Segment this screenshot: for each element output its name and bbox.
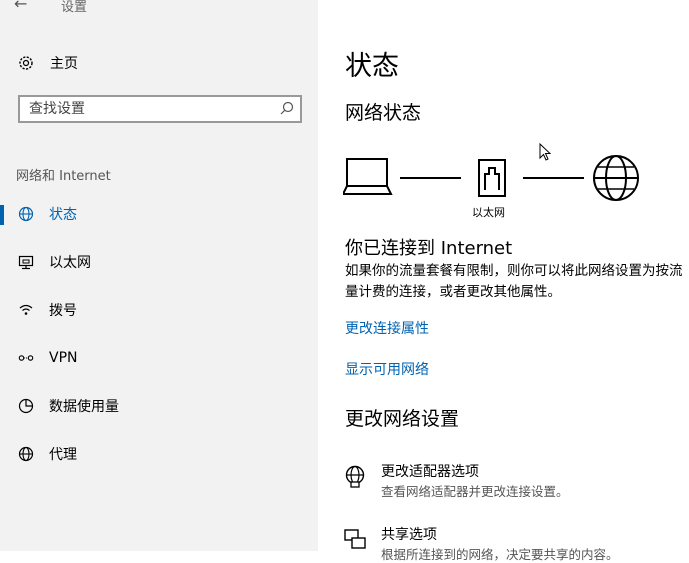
diagram-label: 以太网	[472, 206, 505, 219]
globe-icon	[593, 155, 639, 201]
sidebar-item-label: 拨号	[49, 303, 77, 319]
change-connection-properties-link[interactable]: 更改连接属性	[345, 318, 429, 338]
option-title: 更改适配器选项	[381, 464, 479, 480]
sidebar: ← 设置 主页 网络和 Internet 状态 以太网 拨号	[0, 0, 318, 551]
option-subtitle: 根据所连接到的网络，决定要共享的内容。	[381, 547, 619, 562]
data-usage-icon	[16, 396, 36, 416]
globe-icon	[16, 444, 36, 464]
dialup-icon	[16, 300, 36, 320]
sidebar-item-label: 以太网	[49, 255, 91, 271]
app-title: 设置	[61, 0, 88, 15]
vpn-icon	[16, 348, 36, 368]
sidebar-item-label: 状态	[49, 207, 77, 223]
sidebar-item-label: VPN	[49, 350, 78, 366]
network-diagram	[343, 155, 639, 201]
sidebar-item-ethernet[interactable]: 以太网	[0, 245, 318, 279]
change-network-settings-heading: 更改网络设置	[345, 408, 460, 430]
home-label: 主页	[50, 56, 78, 72]
selection-indicator	[0, 205, 4, 225]
sidebar-item-status[interactable]: 状态	[0, 197, 318, 231]
sharing-icon	[343, 528, 367, 552]
search-icon[interactable]	[278, 100, 296, 122]
section-title: 网络和 Internet	[16, 169, 111, 184]
option-subtitle: 查看网络适配器并更改连接设置。	[381, 484, 569, 499]
connection-status-title: 你已连接到 Internet	[345, 238, 513, 259]
option-title: 共享选项	[381, 527, 437, 543]
laptop-icon	[343, 158, 393, 195]
mouse-cursor-icon	[539, 143, 552, 161]
ethernet-port-icon	[478, 159, 506, 197]
back-arrow-icon[interactable]: ←	[14, 0, 27, 13]
search-input[interactable]	[20, 97, 279, 121]
page-title: 状态	[345, 51, 399, 82]
sidebar-item-label: 代理	[49, 447, 77, 463]
gear-icon	[16, 53, 36, 73]
sidebar-item-vpn[interactable]: VPN	[0, 341, 318, 375]
network-status-heading: 网络状态	[345, 102, 422, 124]
title-bar: ← 设置	[0, 0, 318, 20]
globe-icon	[16, 204, 36, 224]
connection-description: 如果你的流量套餐有限制，则你可以将此网络设置为按流量计费的连接，或者更改其他属性…	[345, 263, 683, 300]
main-content: 状态 网络状态 以太网 你已连接到 Internet 如果你的流量套餐有限制，则…	[318, 0, 689, 562]
ethernet-icon	[16, 252, 36, 272]
home-nav-item[interactable]: 主页	[16, 52, 78, 74]
adapter-globe-icon	[343, 465, 367, 489]
show-available-networks-link[interactable]: 显示可用网络	[345, 359, 429, 379]
sidebar-item-label: 数据使用量	[49, 399, 119, 415]
sidebar-item-dialup[interactable]: 拨号	[0, 293, 318, 327]
sidebar-item-data-usage[interactable]: 数据使用量	[0, 389, 318, 423]
sidebar-item-proxy[interactable]: 代理	[0, 437, 318, 471]
search-box[interactable]	[18, 95, 302, 123]
